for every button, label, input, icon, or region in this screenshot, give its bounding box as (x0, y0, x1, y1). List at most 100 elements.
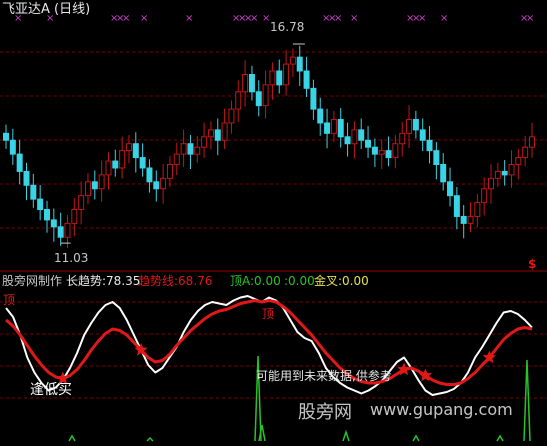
indicator-source-label: 股旁网制作 (2, 274, 63, 288)
candle-body (337, 118, 344, 138)
candle-body (378, 150, 385, 155)
candle-body (153, 181, 160, 190)
candle-body (64, 222, 71, 238)
candle-body (78, 195, 85, 211)
candle-body (3, 132, 9, 141)
candle-body (494, 170, 501, 179)
candle-body (433, 150, 440, 166)
high-price-label: 16.78 (270, 20, 305, 34)
corner-dollar-icon: $ (528, 257, 537, 271)
candle-body (406, 118, 413, 134)
candle-body (30, 184, 37, 200)
candle-body (481, 188, 488, 204)
candle-body (43, 209, 50, 221)
candle-body (235, 91, 242, 110)
watermark-cn: 股旁网 (298, 402, 352, 423)
candle-body (324, 122, 331, 134)
candle-body (228, 108, 235, 124)
marker-x: × (334, 13, 342, 24)
candle-body (447, 181, 454, 197)
marker-x: × (440, 13, 448, 24)
candle-body (392, 143, 399, 159)
candle-body (187, 143, 194, 155)
candle-body (119, 150, 126, 169)
candle-body (37, 198, 44, 211)
green-spike (68, 434, 76, 442)
candle-body (112, 160, 119, 169)
candle-body (139, 157, 146, 169)
candle-body (508, 164, 515, 176)
candle-body (160, 177, 167, 190)
trend-line-label: 趋势线:68.76 (138, 274, 213, 288)
candle-body (365, 139, 372, 148)
candle-body (474, 202, 481, 217)
golden-cross-label: 金叉:0.00 (314, 274, 369, 288)
candle-body (303, 70, 310, 89)
candle-body (460, 215, 467, 224)
candle-body (180, 143, 187, 155)
candle-body (488, 177, 495, 190)
top-a-label: 顶A:0.00 (230, 274, 281, 288)
candle-body (419, 129, 426, 141)
candle-body (207, 129, 214, 138)
candle-body (412, 118, 419, 131)
candle-body (50, 219, 57, 228)
green-spike (412, 434, 420, 442)
green-spike (496, 434, 504, 442)
candle-body (105, 160, 112, 176)
candle-body (166, 164, 173, 179)
candle-body (467, 215, 474, 224)
marker-x: × (418, 13, 426, 24)
green-spike (342, 429, 350, 442)
candle-body (283, 63, 290, 86)
candle-body (98, 174, 105, 190)
candlestick-series (3, 45, 535, 248)
candle-body (84, 181, 91, 197)
candle-body (255, 91, 262, 107)
candle-body (351, 129, 358, 145)
candle-body (358, 129, 365, 141)
future-data-note: 可能用到未来数据,供参考 (256, 369, 392, 383)
marker-x: × (122, 13, 130, 24)
candle-body (522, 146, 529, 159)
candle-body (146, 167, 153, 183)
candle-body (440, 164, 447, 183)
top-left-annotation: 顶 (3, 293, 16, 307)
candle-body (501, 170, 508, 176)
candle-body (9, 139, 16, 155)
candle-body (310, 87, 317, 110)
candle-body (371, 146, 378, 155)
candle-body (262, 84, 269, 107)
long-trend-label: 长趋势:78.35 (66, 274, 141, 288)
buy-low-annotation: 逢低买 (30, 382, 72, 398)
candle-body (399, 132, 406, 145)
candle-body (16, 153, 23, 172)
candle-body (317, 108, 324, 124)
candle-body (529, 136, 535, 148)
candle-body (221, 122, 228, 141)
candle-body (276, 70, 283, 86)
candle-body (330, 118, 337, 134)
marker-x: × (526, 13, 534, 24)
candle-body (453, 195, 460, 217)
candle-body (385, 150, 392, 159)
candle-body (23, 170, 30, 186)
candle-body (71, 209, 78, 224)
candle-body (91, 181, 98, 190)
green-spike (523, 359, 531, 442)
green-spike (146, 436, 154, 442)
mid-top-annotation: 顶 (262, 307, 275, 321)
candle-body (269, 70, 276, 86)
grid-lines (0, 51, 547, 399)
candle-body (194, 146, 201, 155)
marker-x: × (185, 13, 193, 24)
marker-x: × (250, 13, 258, 24)
candle-body (289, 56, 296, 65)
zero-label: :0.00 (284, 274, 315, 288)
candle-body (242, 73, 249, 93)
candle-body (132, 143, 139, 159)
candle-body (515, 157, 522, 166)
candle-body (426, 139, 433, 152)
price-panel-title: 飞亚达A (日线) (2, 2, 91, 17)
candle-body (125, 143, 132, 152)
